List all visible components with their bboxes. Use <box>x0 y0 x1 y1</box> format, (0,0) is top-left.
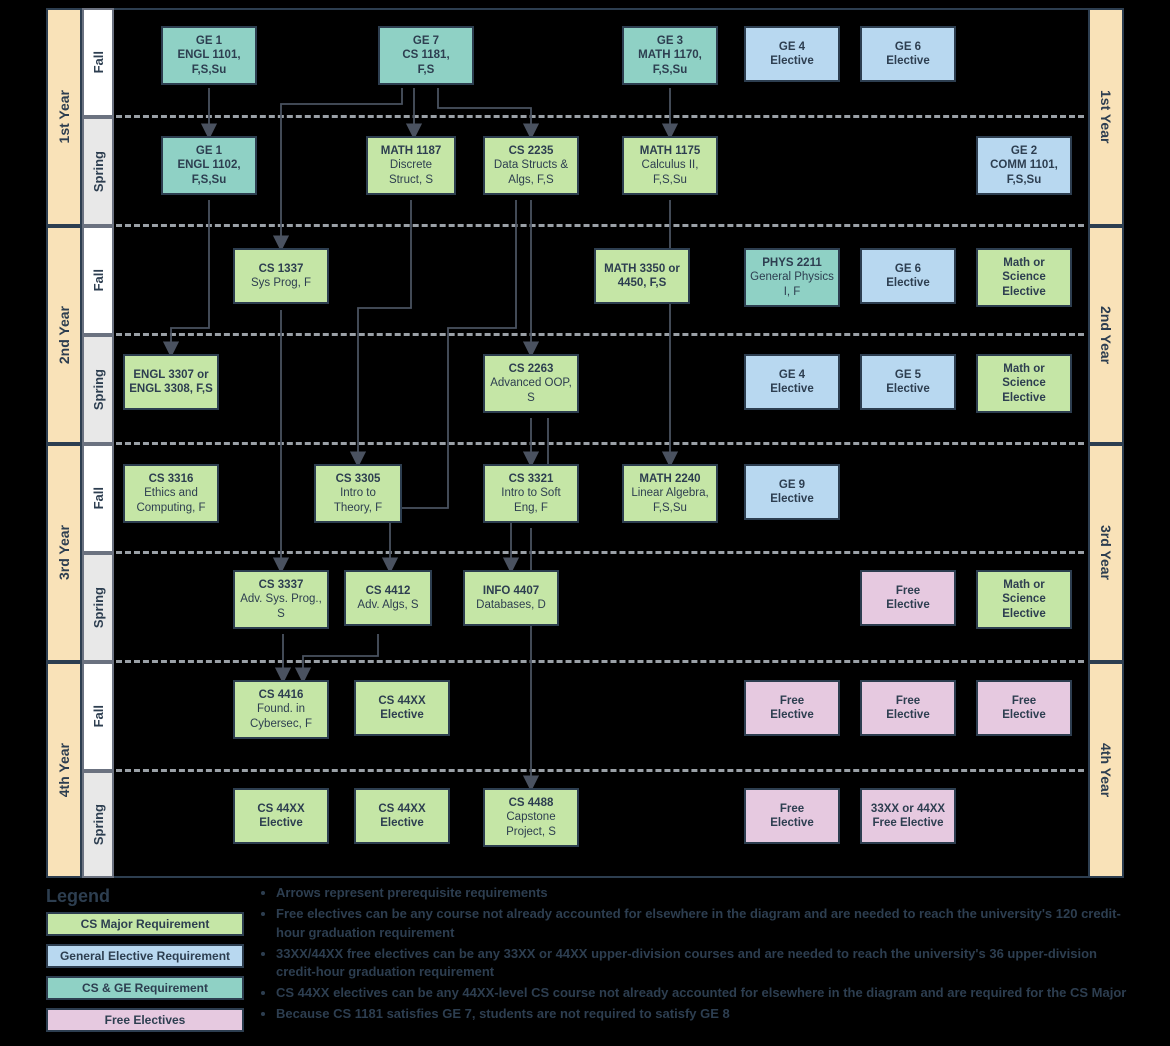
course-upper-free: 33XX or 44XX Free Elective <box>860 788 956 844</box>
dash-y1 <box>116 115 1084 118</box>
course-engl3307: ENGL 3307 or ENGL 3308, F,S <box>123 354 219 410</box>
year-band-y4-right: 4th Year <box>1088 662 1124 878</box>
course-math1175: MATH 1175Calculus II,F,S,Su <box>622 136 718 195</box>
legend-note: Free electives can be any course not alr… <box>276 905 1138 943</box>
legend-chip-teal: CS & GE Requirement <box>46 976 244 1000</box>
legend-chip-blue: General Elective Requirement <box>46 944 244 968</box>
sem-y3-spring: Spring <box>82 553 114 662</box>
course-msci-y2f: Math or Science Elective <box>976 248 1072 307</box>
course-math1187: MATH 1187Discrete Struct, S <box>366 136 456 195</box>
sem-y4-spring: Spring <box>82 771 114 878</box>
course-engl1102: GE 1ENGL 1102,F,S,Su <box>161 136 257 195</box>
dash-y2y3 <box>116 442 1084 445</box>
course-cs1337: CS 1337Sys Prog, F <box>233 248 329 304</box>
course-free-y3s: FreeElective <box>860 570 956 626</box>
dash-y4 <box>116 769 1084 772</box>
legend-note: Because CS 1181 satisfies GE 7, students… <box>276 1005 1138 1024</box>
legend-note: CS 44XX electives can be any 44XX-level … <box>276 984 1138 1003</box>
sem-y2-spring: Spring <box>82 335 114 444</box>
sem-y1-spring: Spring <box>82 117 114 226</box>
legend-chip-pink: Free Electives <box>46 1008 244 1032</box>
course-cs44xx1-y4s: CS 44XXElective <box>233 788 329 844</box>
course-cs44xx-y4f: CS 44XXElective <box>354 680 450 736</box>
course-ge6-y1f: GE 6Elective <box>860 26 956 82</box>
course-free3-y4f: FreeElective <box>976 680 1072 736</box>
course-cs44xx2-y4s: CS 44XXElective <box>354 788 450 844</box>
course-free2-y4f: FreeElective <box>860 680 956 736</box>
course-cs2263: CS 2263Advanced OOP, S <box>483 354 579 413</box>
dash-y2 <box>116 333 1084 336</box>
course-cs2235: CS 2235Data Structs & Algs, F,S <box>483 136 579 195</box>
course-msci-y3s: Math or Science Elective <box>976 570 1072 629</box>
course-cs1181: GE 7CS 1181,F,S <box>378 26 474 85</box>
year-band-y2-right: 2nd Year <box>1088 226 1124 444</box>
course-math1170: GE 3MATH 1170,F,S,Su <box>622 26 718 85</box>
legend-notes: Arrows represent prerequisite requiremen… <box>258 884 1138 1026</box>
course-ge6-y2f: GE 6Elective <box>860 248 956 304</box>
degree-plan-diagram: 1st Year 2nd Year 3rd Year 4th Year 1st … <box>8 8 1162 1038</box>
course-free1-y4f: FreeElective <box>744 680 840 736</box>
course-msci-y2s: Math or Science Elective <box>976 354 1072 413</box>
course-ge9: GE 9Elective <box>744 464 840 520</box>
course-cs4412: CS 4412Adv. Algs, S <box>344 570 432 626</box>
dash-y3y4 <box>116 660 1084 663</box>
legend-chip-green: CS Major Requirement <box>46 912 244 936</box>
course-math3350: MATH 3350 or 4450, F,S <box>594 248 690 304</box>
year-band-y3-left: 3rd Year <box>46 444 82 662</box>
sem-y1-fall: Fall <box>82 8 114 117</box>
course-math2240: MATH 2240Linear Algebra, F,S,Su <box>622 464 718 523</box>
course-ge4-y1f: GE 4Elective <box>744 26 840 82</box>
legend-title: Legend <box>46 886 110 907</box>
course-phys2211: PHYS 2211General Physics I, F <box>744 248 840 307</box>
course-cs3321: CS 3321Intro to Soft Eng, F <box>483 464 579 523</box>
dash-y1y2 <box>116 224 1084 227</box>
course-free-y4s: FreeElective <box>744 788 840 844</box>
year-band-y2-left: 2nd Year <box>46 226 82 444</box>
year-band-y1-left: 1st Year <box>46 8 82 226</box>
legend-note: 33XX/44XX free electives can be any 33XX… <box>276 945 1138 983</box>
legend-note: Arrows represent prerequisite requiremen… <box>276 884 1138 903</box>
course-cs4416: CS 4416Found. in Cybersec, F <box>233 680 329 739</box>
sem-y3-fall: Fall <box>82 444 114 553</box>
dash-y3 <box>116 551 1084 554</box>
course-ge4-y2s: GE 4Elective <box>744 354 840 410</box>
year-band-y4-left: 4th Year <box>46 662 82 878</box>
course-info4407: INFO 4407Databases, D <box>463 570 559 626</box>
course-cs4488: CS 4488Capstone Project, S <box>483 788 579 847</box>
course-cs3316: CS 3316Ethics and Computing, F <box>123 464 219 523</box>
course-cs3337: CS 3337Adv. Sys. Prog., S <box>233 570 329 629</box>
sem-y4-fall: Fall <box>82 662 114 771</box>
course-comm1101: GE 2COMM 1101,F,S,Su <box>976 136 1072 195</box>
sem-y2-fall: Fall <box>82 226 114 335</box>
year-band-y1-right: 1st Year <box>1088 8 1124 226</box>
year-band-y3-right: 3rd Year <box>1088 444 1124 662</box>
course-engl1101: GE 1ENGL 1101,F,S,Su <box>161 26 257 85</box>
course-ge5: GE 5Elective <box>860 354 956 410</box>
course-cs3305: CS 3305Intro to Theory, F <box>314 464 402 523</box>
